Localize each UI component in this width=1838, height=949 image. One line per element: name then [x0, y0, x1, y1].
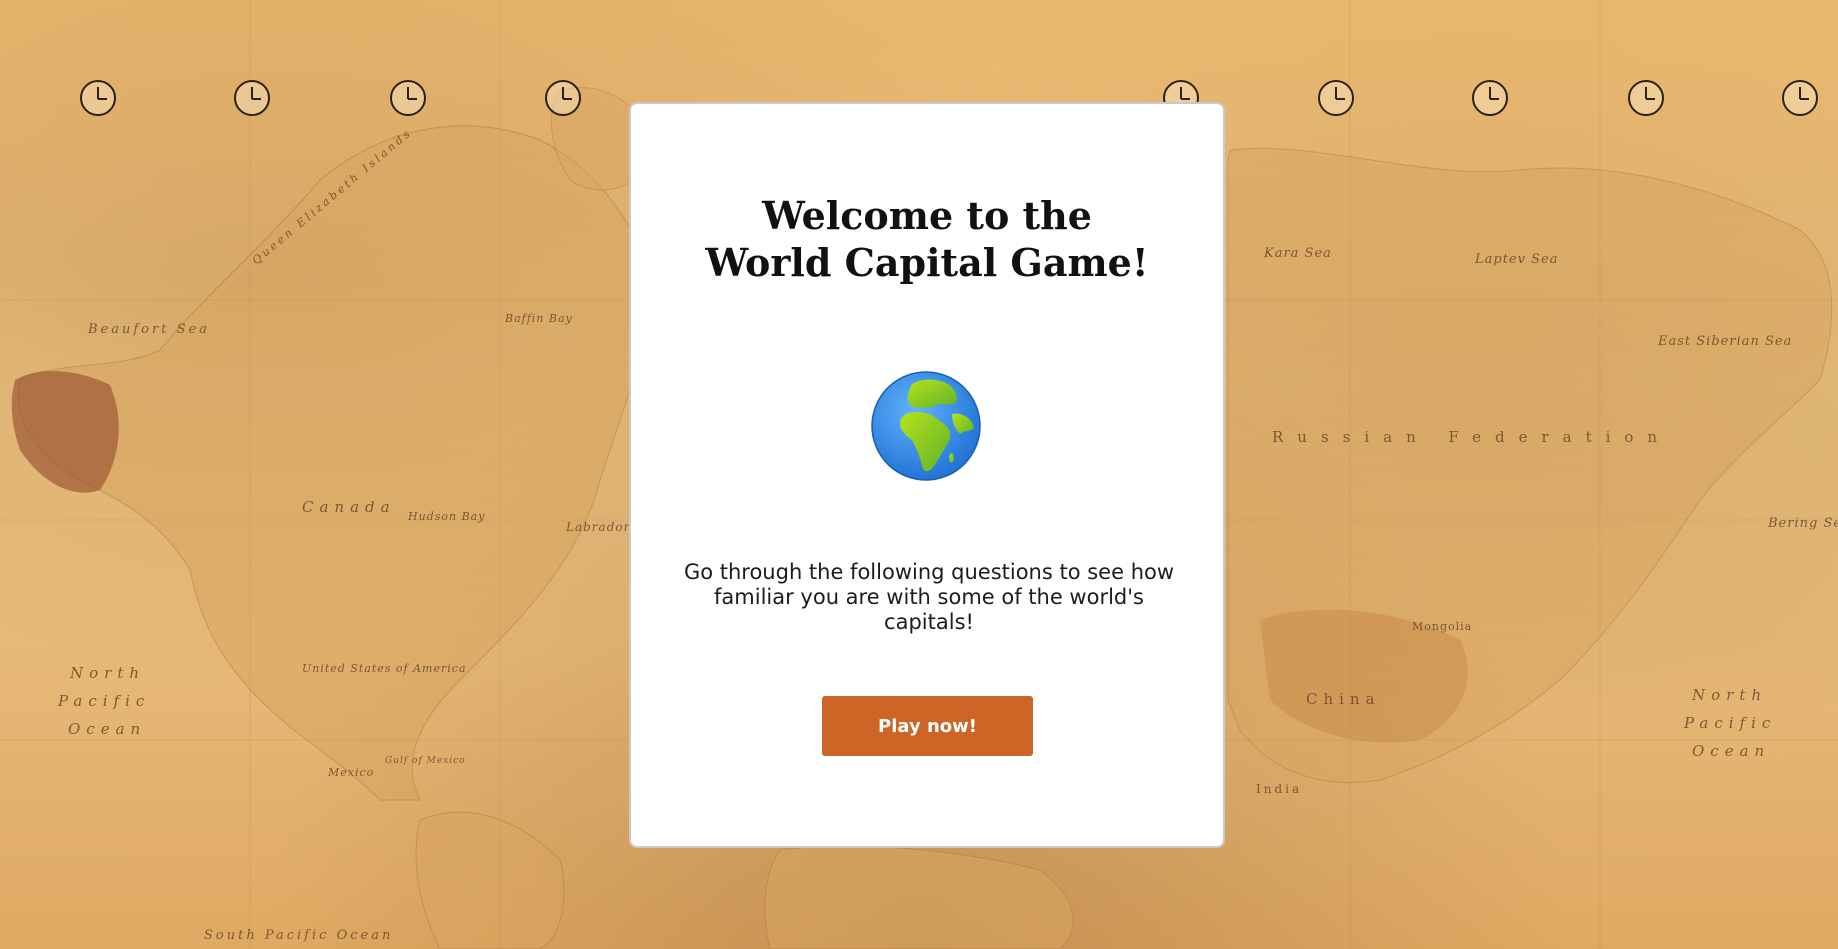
- map-label-hudson-bay: Hudson Bay: [408, 510, 486, 523]
- map-label-south-pacific: South Pacific Ocean: [204, 928, 394, 943]
- map-label-beaufort-sea: Beaufort Sea: [88, 322, 210, 337]
- map-label-baffin-bay: Baffin Bay: [505, 312, 573, 325]
- map-label-canada: Canada: [302, 498, 396, 516]
- map-label-north-pacific-east-2: Pacific: [1684, 714, 1777, 732]
- title-line-2: World Capital Game!: [705, 240, 1149, 285]
- map-label-usa: United States of America: [302, 662, 467, 675]
- map-label-north-pacific-west-1: North: [70, 664, 146, 682]
- timezone-clock-icon: [1782, 80, 1818, 116]
- map-label-india: India: [1256, 782, 1303, 796]
- map-label-mexico: Mexico: [328, 766, 375, 779]
- map-label-east-siberian-sea: East Siberian Sea: [1658, 334, 1793, 349]
- intro-text: Go through the following questions to se…: [683, 560, 1175, 634]
- map-label-mongolia: Mongolia: [1412, 620, 1473, 633]
- timezone-clock-icon: [1628, 80, 1664, 116]
- map-label-north-pacific-east-1: North: [1692, 686, 1768, 704]
- play-now-button[interactable]: Play now!: [822, 696, 1033, 756]
- map-label-gulf-of-mexico: Gulf of Mexico: [385, 756, 466, 766]
- map-label-kara-sea: Kara Sea: [1264, 246, 1332, 261]
- map-label-bering-sea: Bering Sea: [1768, 516, 1838, 531]
- map-label-china: China: [1306, 690, 1381, 708]
- timezone-clock-icon: [545, 80, 581, 116]
- timezone-clock-icon: [80, 80, 116, 116]
- globe-icon: [871, 371, 981, 481]
- title-line-1: Welcome to the: [762, 193, 1092, 238]
- page-title: Welcome to the World Capital Game!: [631, 192, 1223, 286]
- map-label-north-pacific-west-2: Pacific: [58, 692, 151, 710]
- map-label-russian-federation: Russian Federation: [1272, 428, 1672, 446]
- map-label-north-pacific-east-3: Ocean: [1692, 742, 1771, 760]
- map-label-laptev-sea: Laptev Sea: [1475, 252, 1559, 267]
- welcome-modal: Welcome to the World Capital Game! Go th…: [629, 102, 1225, 848]
- map-label-north-pacific-west-3: Ocean: [68, 720, 147, 738]
- timezone-clock-icon: [1472, 80, 1508, 116]
- timezone-clock-icon: [390, 80, 426, 116]
- timezone-clock-icon: [234, 80, 270, 116]
- timezone-clock-icon: [1318, 80, 1354, 116]
